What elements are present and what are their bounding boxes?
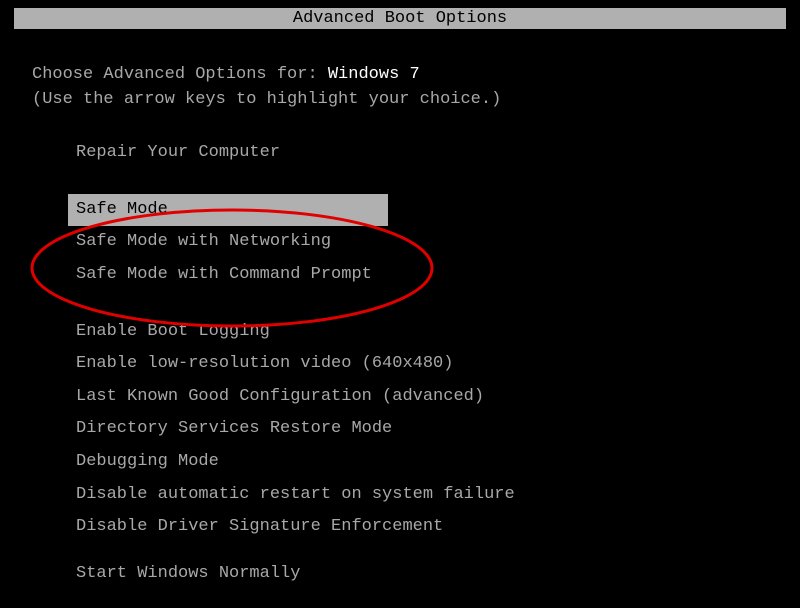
content-area: Choose Advanced Options for: Windows 7 (… [0, 29, 800, 599]
menu-item-repair-your-computer[interactable]: Repair Your Computer [68, 137, 388, 170]
group-gap [76, 170, 768, 194]
menu-item-last-known-good[interactable]: Last Known Good Configuration (advanced) [68, 381, 492, 414]
menu-item-safe-mode-command-prompt[interactable]: Safe Mode with Command Prompt [68, 259, 388, 292]
instruction-text: (Use the arrow keys to highlight your ch… [32, 90, 768, 109]
prompt-line: Choose Advanced Options for: Windows 7 [32, 65, 768, 84]
menu-group-safe-mode: Safe Mode Safe Mode with Networking Safe… [76, 194, 768, 292]
menu-item-safe-mode-networking[interactable]: Safe Mode with Networking [68, 226, 388, 259]
menu-group-advanced: Enable Boot Logging Enable low-resolutio… [76, 316, 768, 544]
menu-group-normal: Start Windows Normally [76, 558, 768, 591]
menu-group-repair: Repair Your Computer [76, 137, 768, 170]
prompt-prefix: Choose Advanced Options for: [32, 65, 328, 84]
menu-item-directory-services-restore[interactable]: Directory Services Restore Mode [68, 413, 400, 446]
menu-item-low-res-video[interactable]: Enable low-resolution video (640x480) [68, 348, 461, 381]
menu-item-disable-driver-sig[interactable]: Disable Driver Signature Enforcement [68, 511, 451, 544]
boot-menu: Repair Your Computer Safe Mode Safe Mode… [32, 137, 768, 591]
os-name: Windows 7 [328, 65, 420, 84]
menu-item-disable-auto-restart[interactable]: Disable automatic restart on system fail… [68, 479, 523, 512]
title-bar: Advanced Boot Options [14, 8, 786, 29]
menu-item-safe-mode[interactable]: Safe Mode [68, 194, 388, 227]
group-gap [76, 292, 768, 316]
menu-item-enable-boot-logging[interactable]: Enable Boot Logging [68, 316, 388, 349]
menu-item-debugging-mode[interactable]: Debugging Mode [68, 446, 388, 479]
group-gap [76, 544, 768, 558]
page-title: Advanced Boot Options [293, 9, 507, 28]
menu-item-start-windows-normally[interactable]: Start Windows Normally [68, 558, 388, 591]
